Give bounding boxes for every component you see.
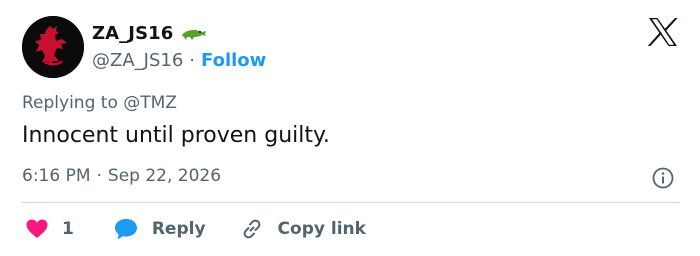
like-button[interactable]: 1 xyxy=(26,219,74,239)
tweet-date: Sep 22, 2026 xyxy=(107,166,222,186)
tweet-timestamp[interactable]: 6:16 PM · Sep 22, 2026 xyxy=(22,166,221,186)
separator-dot: · xyxy=(189,49,196,71)
timestamp-separator: · xyxy=(96,166,102,186)
info-icon[interactable] xyxy=(651,166,675,190)
author-handle[interactable]: @ZA_JS16 xyxy=(92,50,183,71)
liverbird-crest-icon xyxy=(22,16,84,78)
replying-to: Replying to @TMZ xyxy=(22,93,177,113)
replying-to-handle[interactable]: @TMZ xyxy=(123,93,177,113)
author-name-row: ZA_JS16 xyxy=(92,20,207,46)
x-logo-icon[interactable] xyxy=(648,18,678,46)
author-handle-row: @ZA_JS16 · Follow xyxy=(92,48,266,72)
reply-bubble-icon xyxy=(114,219,137,240)
heart-icon xyxy=(26,219,48,238)
reply-label: Reply xyxy=(151,219,206,239)
link-icon xyxy=(243,219,260,239)
like-count: 1 xyxy=(62,219,74,239)
display-name[interactable]: ZA_JS16 xyxy=(92,23,173,44)
copy-link-button[interactable]: Copy link xyxy=(240,217,366,241)
tweet-actions: 1 Reply Copy link xyxy=(26,215,366,243)
copy-link-label: Copy link xyxy=(277,219,366,239)
crocodile-emoji-icon xyxy=(181,24,207,42)
follow-button[interactable]: Follow xyxy=(201,50,266,71)
tweet-time: 6:16 PM xyxy=(22,166,91,186)
divider xyxy=(22,202,680,203)
replying-to-label: Replying to xyxy=(22,93,118,113)
reply-button[interactable]: Reply xyxy=(114,218,206,240)
tweet-text: Innocent until proven guilty. xyxy=(22,123,330,148)
avatar[interactable] xyxy=(22,16,84,78)
